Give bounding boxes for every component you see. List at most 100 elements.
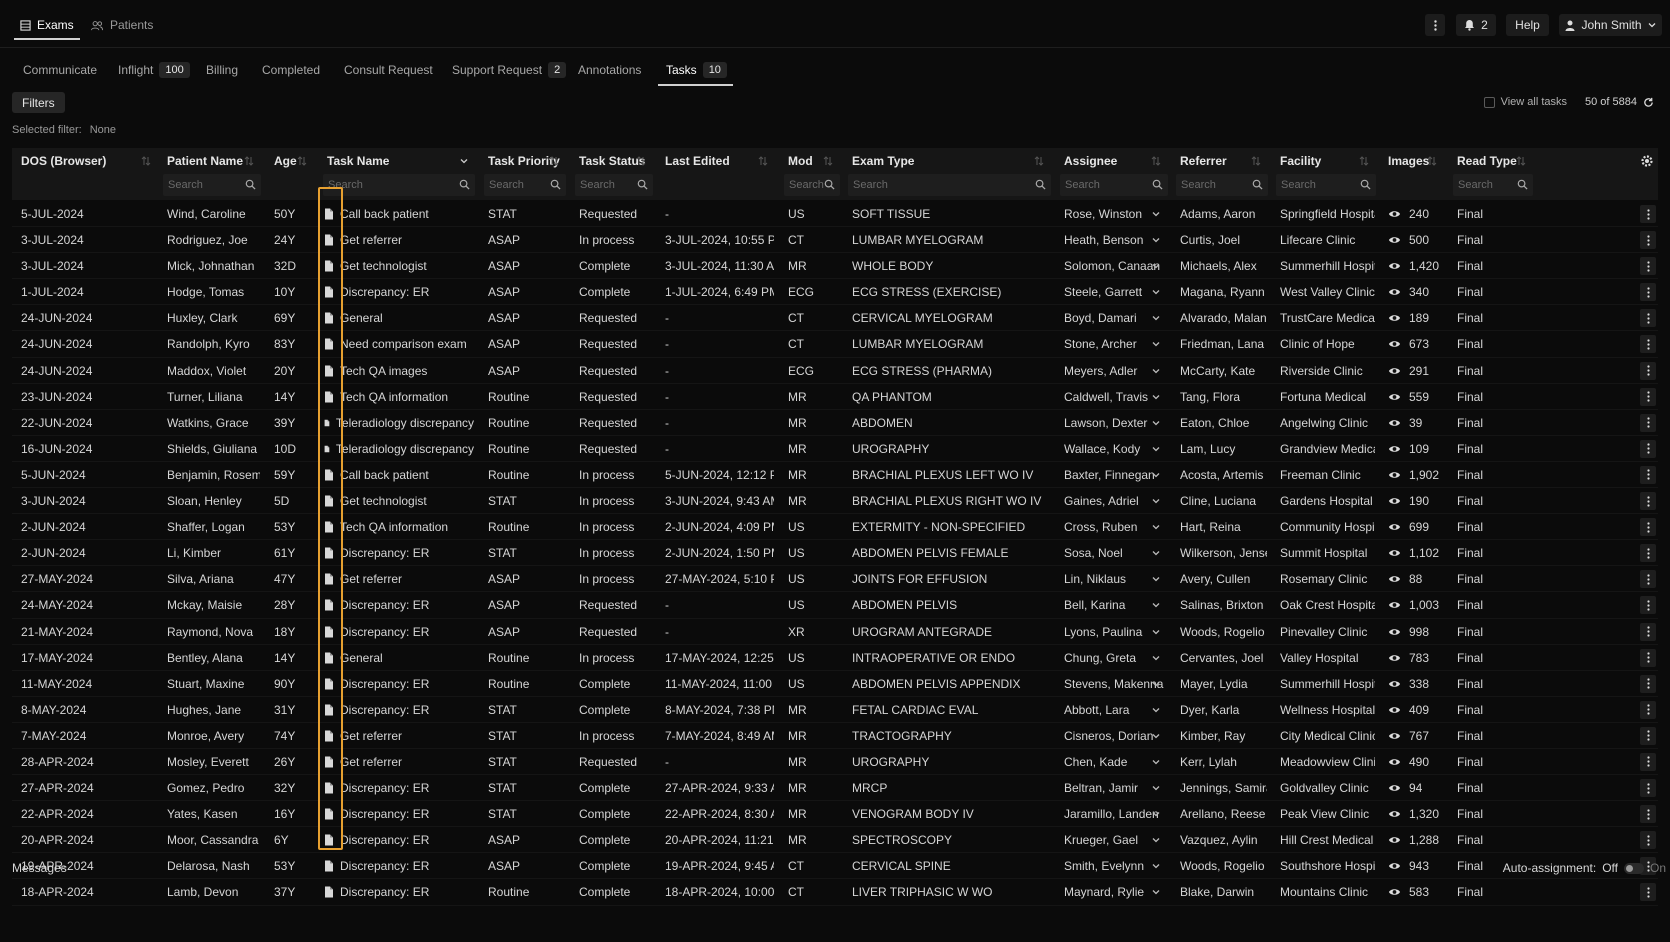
- eye-icon[interactable]: [1388, 392, 1401, 402]
- eye-icon[interactable]: [1388, 418, 1401, 428]
- cell-assignee[interactable]: Lin, Niklaus: [1055, 566, 1167, 592]
- eye-icon[interactable]: [1388, 731, 1401, 741]
- document-icon[interactable]: [324, 469, 334, 481]
- eye-icon[interactable]: [1388, 496, 1401, 506]
- gear-icon[interactable]: [1640, 154, 1654, 168]
- row-actions-button[interactable]: [1640, 831, 1656, 850]
- messages-button[interactable]: Messages: [12, 861, 67, 875]
- document-icon[interactable]: [324, 208, 334, 220]
- column-header[interactable]: Assignee: [1055, 148, 1167, 174]
- tab-communicate[interactable]: Communicate: [23, 58, 97, 82]
- row-actions-button[interactable]: [1640, 700, 1656, 719]
- cell-assignee[interactable]: Boyd, Damari: [1055, 305, 1167, 331]
- document-icon[interactable]: [324, 704, 334, 716]
- column-header[interactable]: Patient Name: [158, 148, 260, 174]
- column-header[interactable]: Task Status: [570, 148, 652, 174]
- document-icon[interactable]: [324, 365, 334, 377]
- table-row[interactable]: 5-JUN-2024 Benjamin, Rosemary 59Y Call back…: [12, 462, 1658, 489]
- table-row[interactable]: 16-JUN-2024 Shields, Giuliana 10D Teleradio…: [12, 436, 1658, 462]
- document-icon[interactable]: [324, 652, 334, 664]
- cell-assignee[interactable]: Sosa, Noel: [1055, 540, 1167, 566]
- notifications-button[interactable]: 2: [1456, 14, 1496, 36]
- table-row[interactable]: 5-JUL-2024 Wind, Caroline 50Y Call back pat…: [12, 201, 1658, 228]
- eye-icon[interactable]: [1388, 235, 1401, 245]
- table-row[interactable]: 2-JUN-2024 Li, Kimber 61Y Discrepancy: ER ST…: [12, 540, 1658, 567]
- row-actions-button[interactable]: [1640, 648, 1656, 667]
- row-actions-button[interactable]: [1640, 805, 1656, 824]
- view-all-tasks-toggle[interactable]: View all tasks: [1483, 96, 1567, 108]
- cell-assignee[interactable]: Stone, Archer: [1055, 331, 1167, 357]
- cell-assignee[interactable]: Lyons, Paulina: [1055, 619, 1167, 645]
- eye-icon[interactable]: [1388, 627, 1401, 637]
- table-row[interactable]: 17-MAY-2024 Bentley, Alana 14Y General Routi…: [12, 645, 1658, 671]
- document-icon[interactable]: [324, 286, 334, 298]
- eye-icon[interactable]: [1388, 209, 1401, 219]
- row-actions-button[interactable]: [1640, 439, 1656, 458]
- eye-icon[interactable]: [1388, 783, 1401, 793]
- document-icon[interactable]: [324, 338, 334, 350]
- more-menu-button[interactable]: [1425, 14, 1445, 36]
- cell-assignee[interactable]: Stevens, Makenna: [1055, 671, 1167, 697]
- cell-assignee[interactable]: Solomon, Canaan: [1055, 253, 1167, 279]
- eye-icon[interactable]: [1388, 574, 1401, 584]
- document-icon[interactable]: [324, 312, 334, 324]
- tab-completed[interactable]: Completed: [262, 58, 320, 82]
- document-icon[interactable]: [324, 260, 334, 272]
- row-actions-button[interactable]: [1640, 518, 1656, 537]
- table-row[interactable]: 8-MAY-2024 Hughes, Jane 31Y Discrepancy: ER…: [12, 697, 1658, 723]
- filters-button[interactable]: Filters: [12, 92, 65, 113]
- eye-icon[interactable]: [1388, 757, 1401, 767]
- table-row[interactable]: 27-APR-2024 Gomez, Pedro 32Y Discrepancy: E…: [12, 775, 1658, 802]
- column-header[interactable]: Last Edited: [656, 148, 774, 174]
- row-actions-button[interactable]: [1640, 596, 1656, 615]
- document-icon[interactable]: [324, 678, 334, 690]
- table-row[interactable]: 2-JUN-2024 Shaffer, Logan 53Y Tech QA infor…: [12, 514, 1658, 541]
- table-row[interactable]: 28-APR-2024 Mosley, Everett 26Y Get referre…: [12, 749, 1658, 776]
- eye-icon[interactable]: [1388, 522, 1401, 532]
- eye-icon[interactable]: [1388, 470, 1401, 480]
- document-icon[interactable]: [324, 521, 334, 533]
- document-icon[interactable]: [324, 782, 334, 794]
- tab-patients[interactable]: Patients: [84, 14, 159, 36]
- row-actions-button[interactable]: [1640, 387, 1656, 406]
- row-actions-button[interactable]: [1640, 335, 1656, 354]
- auto-assignment-toggle[interactable]: [1623, 862, 1644, 874]
- cell-assignee[interactable]: Chung, Greta: [1055, 645, 1167, 671]
- tab-inflight[interactable]: Inflight 100: [118, 58, 190, 82]
- document-icon[interactable]: [324, 599, 334, 611]
- eye-icon[interactable]: [1388, 705, 1401, 715]
- table-row[interactable]: 22-JUN-2024 Watkins, Grace 39Y Teleradiolog…: [12, 410, 1658, 436]
- document-icon[interactable]: [324, 808, 334, 820]
- cell-assignee[interactable]: Lawson, Dexter: [1055, 410, 1167, 436]
- tab-annotations[interactable]: Annotations: [578, 58, 641, 82]
- row-actions-button[interactable]: [1640, 622, 1656, 641]
- eye-icon[interactable]: [1388, 261, 1401, 271]
- table-row[interactable]: 3-JUL-2024 Mick, Johnathan 32D Get technolo…: [12, 253, 1658, 280]
- row-actions-button[interactable]: [1640, 883, 1656, 902]
- cell-assignee[interactable]: Jaramillo, Landen: [1055, 801, 1167, 827]
- table-row[interactable]: 22-APR-2024 Yates, Kasen 16Y Discrepancy: E…: [12, 801, 1658, 828]
- cell-assignee[interactable]: Cross, Ruben: [1055, 514, 1167, 540]
- table-row[interactable]: 20-APR-2024 Moor, Cassandra 6Y Discrepancy:…: [12, 827, 1658, 854]
- document-icon[interactable]: [324, 573, 334, 585]
- table-row[interactable]: 21-MAY-2024 Raymond, Nova 18Y Discrepancy: …: [12, 619, 1658, 645]
- cell-assignee[interactable]: Caldwell, Travis: [1055, 384, 1167, 410]
- cell-assignee[interactable]: Krueger, Gael: [1055, 827, 1167, 853]
- eye-icon[interactable]: [1388, 653, 1401, 663]
- row-actions-button[interactable]: [1640, 231, 1656, 250]
- column-header[interactable]: Mod: [779, 148, 839, 174]
- search-input[interactable]: [323, 174, 475, 196]
- view-all-checkbox[interactable]: [1483, 96, 1495, 108]
- cell-assignee[interactable]: Heath, Benson: [1055, 227, 1167, 253]
- row-actions-button[interactable]: [1640, 205, 1656, 223]
- document-icon[interactable]: [324, 626, 334, 638]
- tab-consult-request[interactable]: Consult Request: [344, 58, 433, 82]
- tab-support-request[interactable]: Support Request 2: [452, 58, 567, 82]
- row-actions-button[interactable]: [1640, 465, 1656, 484]
- row-actions-button[interactable]: [1640, 674, 1656, 693]
- user-menu-button[interactable]: John Smith: [1559, 14, 1662, 36]
- eye-icon[interactable]: [1388, 313, 1401, 323]
- cell-assignee[interactable]: Baxter, Finnegan: [1055, 462, 1167, 488]
- tab-tasks[interactable]: Tasks 10: [658, 58, 733, 86]
- column-header[interactable]: DOS (Browser): [12, 148, 157, 174]
